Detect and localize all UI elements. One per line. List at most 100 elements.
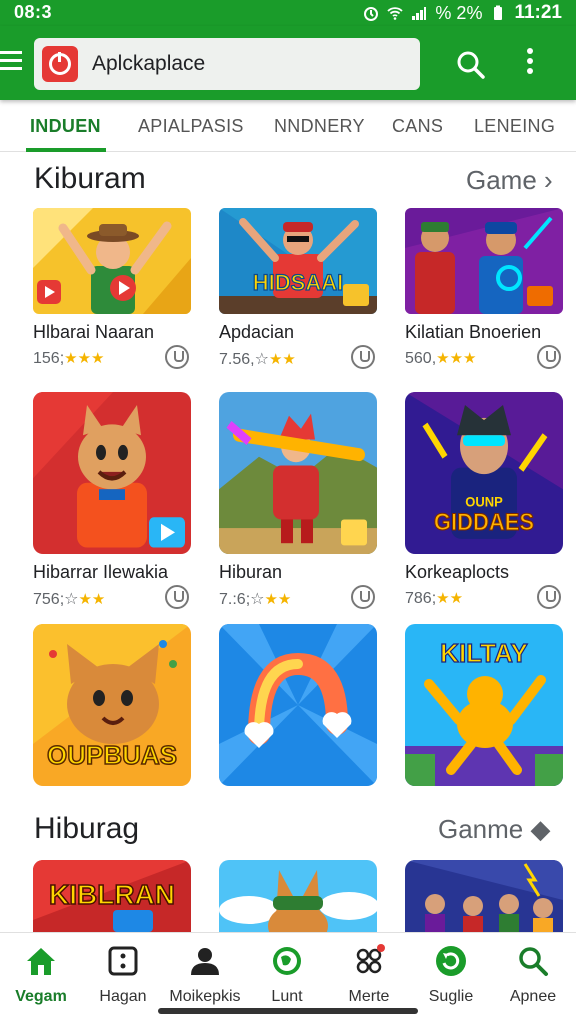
nav-label: Apnee [509, 988, 557, 1005]
section-title: Kiburam [34, 162, 146, 195]
alarm-icon [364, 7, 379, 21]
home-icon [27, 948, 55, 975]
battery-percent: % 2% [435, 2, 483, 23]
rating-value: 786; [405, 590, 437, 607]
thumb-title: KIBLRAN [49, 879, 175, 910]
nav-item-moikepkis[interactable]: Moikepkis [164, 943, 246, 1006]
app-thumbnail [405, 860, 563, 932]
app-rating: 156;★★★ [33, 345, 191, 371]
download-icon[interactable] [165, 345, 189, 369]
app-card[interactable]: KIBLRAN [33, 860, 191, 932]
person-icon [191, 948, 219, 975]
app-thumbnail: OUPBUAS [33, 624, 191, 786]
search-icon [519, 947, 548, 976]
nav-label: Moikepkis [169, 988, 241, 1005]
app-rating: 786;★★ [405, 585, 563, 611]
status-time: 08:3 [14, 2, 53, 22]
section-more-link[interactable]: Game › [466, 165, 553, 196]
app-card[interactable]: Kilatian Bnoerien 560,★★★ [405, 208, 563, 371]
app-thumbnail [219, 392, 377, 554]
star-icon: ★★ [78, 591, 106, 608]
download-icon[interactable] [165, 585, 189, 609]
search-icon[interactable] [456, 50, 486, 80]
app-card[interactable]: OUPBUAS [33, 624, 191, 786]
thumb-title: HIDSAAI [253, 270, 343, 295]
rating-value: 756;☆ [33, 591, 79, 608]
section-more-link[interactable]: Ganme ◆ [438, 814, 550, 845]
app-card[interactable]: Hibarrar Ilewakia 756;☆★★ [33, 392, 191, 611]
tab-apialpasis[interactable]: APIALPASIS [138, 116, 244, 137]
tab-induen[interactable]: INDUEN [30, 116, 101, 137]
download-icon[interactable] [537, 345, 561, 369]
app-card[interactable] [405, 860, 563, 932]
nav-item-hagan[interactable]: Hagan [82, 943, 164, 1006]
battery-icon [494, 5, 503, 20]
app-card[interactable]: HIDSAAI Apdacian 7.56,☆★★ [219, 208, 377, 371]
download-icon[interactable] [537, 585, 561, 609]
app-card[interactable] [219, 624, 377, 786]
app-rating: 756;☆★★ [33, 585, 191, 611]
thumb-title: OUPBUAS [47, 740, 177, 770]
star-icon: ★★★ [64, 350, 105, 367]
app-thumbnail: KIBLRAN [33, 860, 191, 932]
app-card[interactable]: Hiburan 7.:6;☆★★ [219, 392, 377, 611]
tab-cans[interactable]: CANS [392, 116, 443, 137]
more-vert-icon[interactable] [520, 48, 540, 82]
nav-item-apnee[interactable]: Apnee [492, 943, 574, 1006]
app-name: Hibarrar Ilewakia [33, 562, 169, 582]
app-thumbnail: OUNP GIDDAES [405, 392, 563, 554]
star-icon: ★★ [268, 351, 296, 368]
status-clock: 11:21 [514, 2, 562, 23]
download-icon[interactable] [351, 345, 375, 369]
active-tab-indicator [26, 148, 106, 152]
nav-label: Hagan [99, 988, 147, 1005]
tab-nndnery[interactable]: NNDNERY [274, 116, 365, 137]
menu-icon[interactable] [0, 51, 24, 73]
app-thumbnail: HIDSAAI [219, 208, 377, 314]
rating-value: 7.:6;☆ [219, 591, 265, 608]
app-name: Kilatian Bnoerien [405, 322, 542, 342]
home-indicator[interactable] [158, 1008, 418, 1014]
dice-icon [108, 946, 138, 976]
search-input[interactable]: Aplckaplace [92, 52, 205, 76]
app-thumbnail [33, 392, 191, 554]
app-name: Hiburan [219, 562, 283, 582]
rating-value: 560, [405, 350, 437, 367]
app-thumbnail [219, 624, 377, 786]
nav-item-lunt[interactable]: Lunt [246, 943, 328, 1006]
nav-label: Vegam [15, 988, 67, 1005]
globe-icon [273, 947, 301, 975]
app-thumbnail [405, 208, 563, 314]
wifi-icon [387, 7, 404, 20]
thumb-title: KILTAY [440, 638, 528, 668]
status-bar: 08:3 % 2% 11:21 [0, 0, 576, 26]
app-thumbnail: KILTAY [405, 624, 563, 786]
app-name: Apdacian [219, 322, 295, 342]
refresh-icon [436, 946, 466, 976]
category-tabs: INDUEN APIALPASIS NNDNERY CANS LENEING [0, 100, 576, 152]
status-icons: % 2% 11:21 [363, 2, 562, 24]
nav-item-vegam[interactable]: Vegam [0, 943, 82, 1006]
rating-value: 156; [33, 350, 65, 367]
star-icon: ★★★ [436, 350, 477, 367]
app-card[interactable] [219, 860, 377, 932]
download-icon[interactable] [351, 585, 375, 609]
app-name: Hlbarai Naaran [33, 322, 155, 342]
app-card[interactable]: Hlbarai Naaran 156;★★★ [33, 208, 191, 371]
star-icon: ★★ [436, 590, 464, 607]
nav-item-merte[interactable]: Merte [328, 943, 410, 1006]
tab-leneing[interactable]: LENEING [474, 116, 555, 137]
nav-item-suglie[interactable]: Suglie [410, 943, 492, 1006]
app-card[interactable]: OUNP GIDDAES Korkeaplocts 786;★★ [405, 392, 563, 611]
search-bar[interactable]: Aplckaplace [34, 38, 420, 90]
thumb-title: GIDDAES [434, 508, 534, 535]
app-logo-icon [42, 46, 78, 82]
app-card[interactable]: KILTAY [405, 624, 563, 786]
thumb-subtitle: OUNP [465, 494, 503, 510]
apps-icon [356, 944, 385, 974]
section-title: Hiburag [34, 812, 140, 845]
app-thumbnail [33, 208, 191, 314]
app-thumbnail [219, 860, 377, 932]
app-rating: 560,★★★ [405, 345, 563, 371]
app-bar: Aplckaplace [0, 26, 576, 100]
